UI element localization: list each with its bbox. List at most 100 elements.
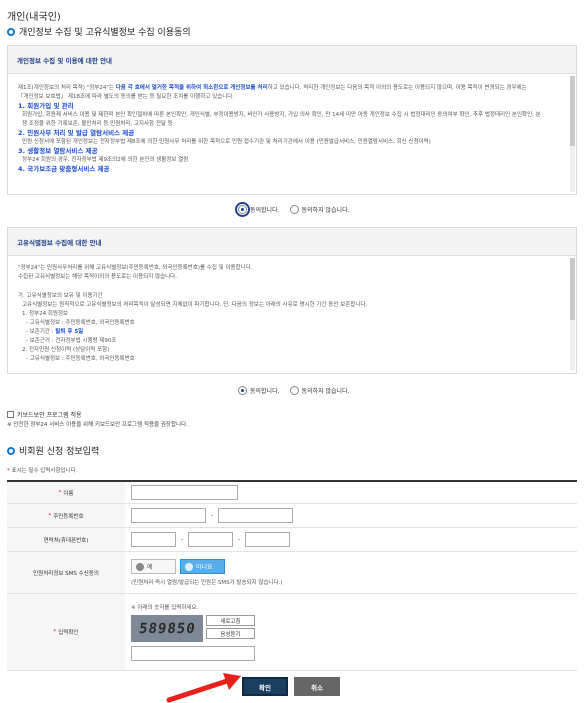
para-civil: 민원 신청서에 포함된 개인정보는 전자정부법 제8조에 의한 민원사무 처리를… — [22, 139, 431, 145]
rrn-front-input[interactable] — [131, 508, 206, 523]
field-value: ※ 아래의 숫자를 입력하세요. 589850 새로고침 음성듣기 — [125, 594, 577, 670]
nonmember-form: * 이름 * 주민등록번호 - 연락처(휴대폰번호) - - 민원처리정보 SMS … — [7, 480, 577, 671]
field-label: * 주민등록번호 — [7, 504, 125, 527]
required-asterisk-icon: * — [58, 489, 62, 496]
section-title-consent: 개인정보 수집 및 고유식별정보 수집 이용동의 — [7, 25, 191, 38]
keyboard-security-option[interactable]: 키보드보안 프로그램 적용 — [7, 410, 82, 419]
panel-body: "정부24"는 민원사무처리를 위해 고유식별정보(주민등록번호, 외국인등록번… — [8, 256, 576, 371]
captcha-input[interactable] — [131, 646, 255, 661]
consent1-agree-radio[interactable]: 동의합니다. — [235, 202, 280, 217]
heading-civil: 2. 민원사무 처리 및 발급 열람서비스 제공 — [18, 129, 135, 137]
section-title-text: 개인정보 수집 및 고유식별정보 수집 이용동의 — [19, 28, 191, 38]
circle-bullet-icon — [7, 27, 15, 36]
radio-empty-icon[interactable] — [289, 205, 299, 214]
label-text: 주민등록번호 — [53, 513, 84, 520]
form-row-name: * 이름 — [7, 482, 577, 504]
required-asterisk-icon: * — [7, 468, 10, 474]
radio-label: 동의하지 않습니다. — [301, 388, 350, 395]
phone-part2-input[interactable] — [188, 532, 234, 547]
scrollbar[interactable] — [570, 258, 575, 371]
phone-part3-input[interactable] — [245, 532, 291, 547]
text-line: 2. 전자민원 신청이력 (상담이력 포함) — [22, 347, 110, 353]
text-line: - 고유식별정보 : 주민등록번호, 외국인등록번호 — [26, 320, 135, 326]
dash-separator: - — [211, 512, 214, 519]
captcha-text: 589850 — [137, 620, 197, 637]
form-row-phone: 연락처(휴대폰번호) - - — [7, 528, 577, 552]
checkbox-icon[interactable] — [7, 411, 14, 418]
scrollbar-thumb[interactable] — [570, 258, 575, 320]
scrollbar-thumb[interactable] — [570, 76, 575, 146]
privacy-terms-panel[interactable]: 개인정보 수집 및 이용에 대한 안내 제1조(개인정보의 처리 목적) "정부… — [7, 45, 577, 195]
label-text: 연락처(휴대폰번호) — [43, 537, 89, 544]
text-line: - 고유식별정보 : 주민등록번호, 외국인등록번호 — [26, 356, 135, 362]
consent2-disagree-radio[interactable]: 동의하지 않습니다. — [289, 386, 350, 395]
intro-text-a: 제1조(개인정보의 처리 목적) "정부24"는 — [18, 85, 116, 91]
heading-life-info: 3. 생활정보 열람서비스 제공 — [18, 147, 98, 155]
text-line: 고유식별정보는 원칙적으로 고유식별정보의 처리목적이 달성되면 지체없이 파기… — [22, 302, 368, 308]
label-text: 민원처리정보 SMS 수신동의 — [33, 570, 99, 577]
field-value: 예 아니요 (민원처리 즉시 열람/발급되는 민원은 SMS가 발송되지 않습니… — [125, 552, 577, 593]
captcha-audio-button[interactable]: 음성듣기 — [206, 628, 255, 639]
unique-id-terms-panel[interactable]: 고유식별정보 수집에 대한 안내 "정부24"는 민원사무처리를 위해 고유식별… — [7, 227, 577, 374]
sms-yes-button[interactable]: 예 — [131, 559, 176, 574]
captcha-refresh-button[interactable]: 새로고침 — [206, 615, 255, 626]
check-circle-icon — [136, 562, 144, 571]
dash-separator: - — [181, 536, 184, 543]
sms-no-button[interactable]: 아니요 — [180, 559, 225, 574]
panel-header: 고유식별정보 수집에 대한 안내 — [8, 228, 576, 256]
label-text: 이름 — [63, 490, 74, 497]
form-row-sms: 민원처리정보 SMS 수신동의 예 아니요 (민원처리 즉시 열람/발급되는 민… — [7, 552, 577, 594]
form-row-rrn: * 주민등록번호 - — [7, 504, 577, 528]
field-value — [125, 482, 577, 503]
phone-part1-input[interactable] — [131, 532, 176, 547]
consent1-radio-group: 동의합니다. 동의하지 않습니다. — [235, 202, 350, 217]
rrn-back-input[interactable] — [218, 508, 294, 523]
field-value: - - — [125, 528, 577, 551]
form-row-captcha: * 입력확인 ※ 아래의 숫자를 입력하세요. 589850 새로고침 음성듣기 — [7, 594, 577, 671]
page-title: 개인(내국인) — [7, 12, 61, 23]
captcha-box: 589850 새로고침 음성듣기 — [131, 615, 255, 642]
captcha-image: 589850 — [131, 615, 203, 642]
radio-label: 동의합니다. — [250, 207, 280, 214]
radio-selected-icon[interactable] — [235, 202, 250, 217]
heading-member: 1. 회원가입 및 관리 — [18, 102, 74, 110]
consent1-disagree-radio[interactable]: 동의하지 않습니다. — [289, 205, 350, 214]
text-line: "정부24"는 민원사무처리를 위해 고유식별정보(주민등록번호, 외국인등록번… — [18, 265, 253, 271]
keyboard-security-label: 키보드보안 프로그램 적용 — [17, 412, 82, 419]
heading-subsidy: 4. 국가보조금 맞춤형서비스 제공 — [18, 165, 110, 173]
scrollbar[interactable] — [570, 76, 575, 192]
retention-line: - 보존기간 : 탈퇴 후 5일 — [18, 328, 566, 337]
captcha-note: ※ 아래의 숫자를 입력하세요. — [131, 605, 199, 611]
intro-paragraph: 제1조(개인정보의 처리 목적) "정부24"는 다음 각 호에서 열거한 목적… — [18, 84, 566, 93]
sms-no-label: 아니요 — [196, 564, 213, 571]
consent2-agree-radio[interactable]: 동의합니다. — [238, 386, 280, 395]
radio-empty-icon[interactable] — [289, 386, 299, 395]
text-line: - 보존근거 : 전자정부법 시행령 제90조 — [26, 338, 117, 344]
consent2-radio-group: 동의합니다. 동의하지 않습니다. — [238, 386, 350, 395]
intro-text-c: 「개인정보 보호법」 제18조에 따라 별도의 동의를 받는 등 필요한 조치를… — [18, 94, 235, 100]
required-asterisk-icon: * — [53, 629, 57, 635]
para-life-info: 정부24 회원의 경우, 전자정부법 제9조의2에 의한 본인의 생활정보 열람 — [22, 157, 189, 163]
para-member-b: 쟁 조정을 위한 기록보존, 불만처리 등 민원처리, 고지사항 전달 등 — [22, 121, 173, 127]
intro-text-b: 하고 있습니다. 처리한 개인정보는 다음의 목적 이외의 용도로는 이용되지 … — [267, 85, 527, 91]
panel-body: 제1조(개인정보의 처리 목적) "정부24"는 다음 각 호에서 열거한 목적… — [8, 74, 576, 192]
text-line: 가. 고유식별정보의 보유 및 이용기간 — [18, 293, 103, 299]
name-input[interactable] — [131, 485, 238, 500]
label-text: 입력확인 — [58, 630, 79, 636]
radio-label: 동의하지 않습니다. — [301, 207, 350, 214]
intro-text-bold: 다음 각 호에서 열거한 목적을 위하여 최소한으로 개인정보를 처리 — [115, 85, 268, 91]
red-arrow-icon — [166, 673, 241, 703]
field-label: 민원처리정보 SMS 수신동의 — [7, 552, 125, 593]
sms-note: (민원처리 즉시 열람/발급되는 민원은 SMS가 발송되지 않습니다.) — [131, 580, 283, 586]
field-label: 연락처(휴대폰번호) — [7, 528, 125, 551]
check-circle-icon — [185, 562, 193, 571]
retention-period: 탈퇴 후 5일 — [55, 329, 84, 335]
field-value: - — [125, 504, 577, 527]
text-line: 수집된 고유식별정보는 해당 목적이외의 용도로는 이용되지 않습니다. — [18, 274, 177, 280]
required-note-text: 표시는 필수 입력사항입니다. — [11, 468, 78, 474]
confirm-button[interactable]: 확인 — [242, 677, 288, 696]
captcha-buttons: 새로고침 음성듣기 — [206, 615, 255, 639]
radio-selected-icon[interactable] — [238, 386, 247, 395]
section-title-nonmember: 비회원 신청 정보입력 — [7, 444, 99, 457]
cancel-button[interactable]: 취소 — [294, 677, 340, 696]
